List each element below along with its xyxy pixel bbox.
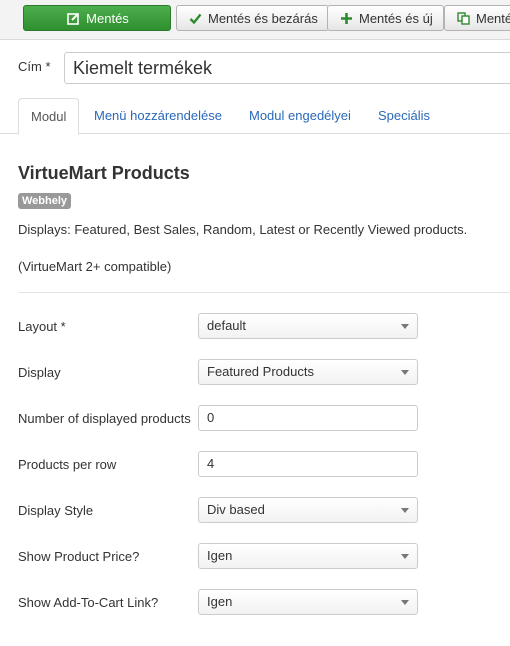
field-label: Display <box>18 365 61 380</box>
field-label: Show Product Price? <box>18 549 140 564</box>
select-value: default <box>207 318 247 333</box>
field-label: Products per row <box>18 457 117 472</box>
save-copy-button-label: Mentés <box>476 10 510 26</box>
field-layout: Layout * default <box>18 313 510 341</box>
field-products-per-row: Products per row 4 <box>18 451 510 479</box>
site-badge: Webhely <box>18 193 72 209</box>
field-show-add-to-cart: Show Add-To-Cart Link? Igen <box>18 589 510 617</box>
select-value: Featured Products <box>207 364 314 379</box>
title-input[interactable]: Kiemelt termékek <box>64 52 510 84</box>
tab-bar: Modul Menü hozzárendelése Modul engedély… <box>0 98 510 135</box>
title-field-label: Cím * <box>18 59 51 74</box>
plus-icon <box>340 12 353 25</box>
save-copy-button[interactable]: Mentés <box>444 5 510 31</box>
display-select[interactable]: Featured Products <box>198 359 418 385</box>
products-per-row-input[interactable]: 4 <box>198 451 418 477</box>
chevron-down-icon <box>401 600 409 605</box>
select-value: Igen <box>207 594 233 609</box>
field-label: Show Add-To-Cart Link? <box>18 595 159 610</box>
chevron-down-icon <box>401 370 409 375</box>
field-display: Display Featured Products <box>18 359 510 387</box>
show-add-to-cart-select[interactable]: Igen <box>198 589 418 615</box>
module-compat-note: (VirtueMart 2+ compatible) <box>18 259 172 274</box>
save-close-button-label: Mentés és bezárás <box>208 10 318 26</box>
check-icon <box>189 12 202 25</box>
chevron-down-icon <box>401 324 409 329</box>
save-new-button[interactable]: Mentés és új <box>327 5 444 31</box>
tab-menu-assignment[interactable]: Menü hozzárendelése <box>82 98 234 134</box>
field-show-price: Show Product Price? Igen <box>18 543 510 571</box>
select-value: Igen <box>207 548 233 563</box>
field-display-style: Display Style Div based <box>18 497 510 525</box>
show-price-select[interactable]: Igen <box>198 543 418 569</box>
field-number-of-products: Number of displayed products 0 <box>18 405 510 433</box>
divider <box>18 292 510 293</box>
chevron-down-icon <box>401 554 409 559</box>
field-label: Display Style <box>18 503 94 518</box>
select-value: Div based <box>207 502 265 517</box>
field-label: Number of displayed products <box>18 411 191 426</box>
field-label: Layout * <box>18 319 66 334</box>
toolbar: Mentés Mentés és bezárás Mentés és új Me… <box>0 0 510 40</box>
layout-select[interactable]: default <box>198 313 418 339</box>
module-description: Displays: Featured, Best Sales, Random, … <box>18 222 468 237</box>
save-new-button-label: Mentés és új <box>359 10 433 26</box>
chevron-down-icon <box>401 508 409 513</box>
copy-icon <box>457 11 470 25</box>
tab-module[interactable]: Modul <box>18 98 80 135</box>
number-of-products-input[interactable]: 0 <box>198 405 418 431</box>
tab-module-permissions[interactable]: Modul engedélyei <box>237 98 363 134</box>
module-title: VirtueMart Products <box>18 163 190 183</box>
edit-icon <box>67 12 80 25</box>
save-close-button[interactable]: Mentés és bezárás <box>176 5 329 31</box>
tab-advanced[interactable]: Speciális <box>366 98 442 134</box>
save-button-label: Mentés <box>86 10 129 26</box>
save-button[interactable]: Mentés <box>23 5 171 31</box>
display-style-select[interactable]: Div based <box>198 497 418 523</box>
